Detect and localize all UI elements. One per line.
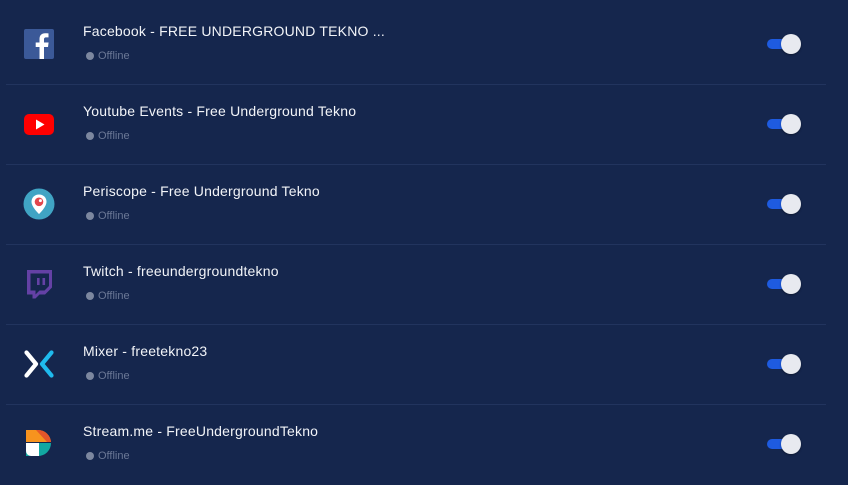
enable-toggle-streamme[interactable] [767, 434, 803, 454]
streamme-icon [23, 428, 55, 460]
status-indicator: Offline [86, 210, 130, 222]
status-indicator: Offline [86, 450, 130, 462]
status-indicator: Offline [86, 50, 130, 62]
toggle-knob [781, 354, 801, 374]
status-dot [86, 452, 94, 460]
destination-list: Facebook - FREE UNDERGROUND TEKNO ... Of… [6, 5, 826, 484]
status-indicator: Offline [86, 290, 130, 302]
toggle-knob [781, 34, 801, 54]
status-text: Offline [98, 210, 130, 222]
status-dot [86, 52, 94, 60]
toggle-knob [781, 114, 801, 134]
destination-row-twitch: Twitch - freeundergroundtekno Offline [6, 245, 826, 325]
destination-title: Twitch - freeundergroundtekno [83, 263, 279, 279]
status-text: Offline [98, 130, 130, 142]
status-text: Offline [98, 50, 130, 62]
destination-title: Facebook - FREE UNDERGROUND TEKNO ... [83, 23, 385, 39]
destination-row-periscope: Periscope - Free Underground Tekno Offli… [6, 165, 826, 245]
status-dot [86, 132, 94, 140]
enable-toggle-mixer[interactable] [767, 354, 803, 374]
destination-title: Youtube Events - Free Underground Tekno [83, 103, 357, 119]
destination-row-streamme: Stream.me - FreeUndergroundTekno Offline [6, 405, 826, 484]
toggle-knob [781, 194, 801, 214]
status-indicator: Offline [86, 370, 130, 382]
enable-toggle-periscope[interactable] [767, 194, 803, 214]
facebook-icon [23, 28, 55, 60]
status-text: Offline [98, 370, 130, 382]
toggle-knob [781, 434, 801, 454]
status-dot [86, 372, 94, 380]
mixer-icon [23, 348, 55, 380]
destination-title: Stream.me - FreeUndergroundTekno [83, 423, 319, 439]
status-text: Offline [98, 450, 130, 462]
enable-toggle-twitch[interactable] [767, 274, 803, 294]
destination-title: Mixer - freetekno23 [83, 343, 208, 359]
enable-toggle-youtube[interactable] [767, 114, 803, 134]
youtube-icon [23, 108, 55, 140]
destination-row-facebook: Facebook - FREE UNDERGROUND TEKNO ... Of… [6, 5, 826, 85]
toggle-knob [781, 274, 801, 294]
status-dot [86, 292, 94, 300]
destination-row-mixer: Mixer - freetekno23 Offline [6, 325, 826, 405]
periscope-icon [23, 188, 55, 220]
destination-title: Periscope - Free Underground Tekno [83, 183, 320, 199]
destination-row-youtube: Youtube Events - Free Underground Tekno … [6, 85, 826, 165]
enable-toggle-facebook[interactable] [767, 34, 803, 54]
twitch-icon [23, 268, 55, 300]
status-text: Offline [98, 290, 130, 302]
status-indicator: Offline [86, 130, 130, 142]
status-dot [86, 212, 94, 220]
